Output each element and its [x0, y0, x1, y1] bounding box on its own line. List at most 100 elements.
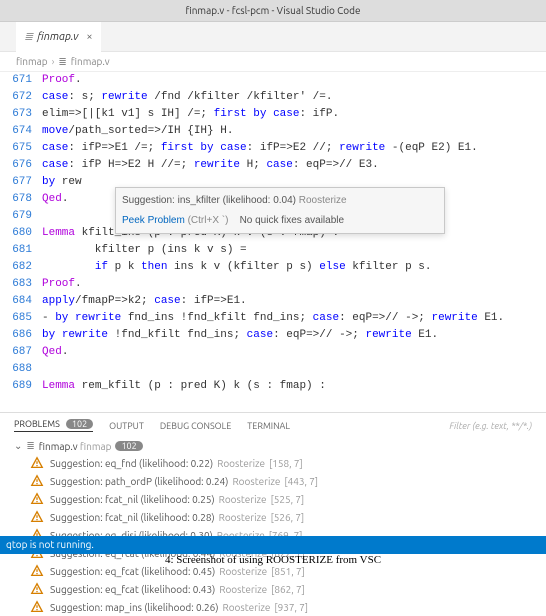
problem-message: Suggestion: eq_fnd (likelihood: 0.22)	[50, 458, 213, 469]
code-line[interactable]: 684apply/fmapP=>k2; case: ifP=>E1.	[0, 293, 546, 310]
problem-location: [525, 7]	[271, 494, 305, 505]
problem-message: Suggestion: fcat_nil (likelihood: 0.25)	[50, 494, 215, 505]
chevron-down-icon: ⌄	[14, 440, 22, 452]
problem-message: Suggestion: map_ins (likelihood: 0.26)	[50, 602, 218, 613]
code[interactable]: by rewrite !fnd_kfilt fnd_ins; case: eqP…	[42, 327, 546, 344]
problem-item[interactable]: Suggestion: fcat_nil (likelihood: 0.25) R…	[30, 490, 546, 508]
warning-icon	[30, 474, 44, 488]
peek-problem-link[interactable]: Peek Problem	[122, 215, 185, 226]
problem-message: Suggestion: eq_fcat (likelihood: 0.43)	[50, 584, 215, 595]
problem-location: [862, 7]	[271, 584, 305, 595]
problem-item[interactable]: Suggestion: fcat_nil (likelihood: 0.28) R…	[30, 508, 546, 526]
problem-location: [937, 7]	[274, 602, 308, 613]
code-line[interactable]: 673elim=>[|[k1 v1] s IH] /=; first by ca…	[0, 106, 546, 123]
problem-source: Roosterize	[222, 602, 270, 613]
warning-icon	[30, 510, 44, 524]
line-number: 681	[0, 242, 42, 259]
problem-source: Roosterize	[219, 512, 267, 523]
line-number: 678	[0, 191, 42, 208]
code[interactable]: elim=>[|[k1 v1] s IH] /=; first by case:…	[42, 106, 546, 123]
problems-file-path: finmap	[80, 441, 112, 452]
breadcrumb-file[interactable]: finmap.v	[71, 56, 110, 67]
code-line[interactable]: 686by rewrite !fnd_kfilt fnd_ins; case: …	[0, 327, 546, 344]
editor[interactable]: Suggestion: ins_kfilter (likelihood: 0.0…	[0, 72, 546, 412]
code-line[interactable]: 689Lemma rem_kfilt (p : pred K) k (s : f…	[0, 378, 546, 395]
filter-input[interactable]: Filter (e.g. text, **/*.)	[449, 421, 532, 431]
code[interactable]: case: ifP H=>E2 H //=; rewrite H; case: …	[42, 157, 546, 174]
problem-item[interactable]: Suggestion: eq_fnd (likelihood: 0.22) Roo…	[30, 454, 546, 472]
line-number: 680	[0, 225, 42, 242]
tab-problems-label: PROBLEMS	[14, 419, 60, 429]
window-title: finmap.v - fcsl-pcm - Visual Studio Code	[0, 0, 546, 22]
tab-debug-console[interactable]: DEBUG CONSOLE	[160, 421, 231, 431]
tab-output[interactable]: OUTPUT	[109, 421, 144, 431]
code-line[interactable]: 682 if p k then ins k v (kfilter p s) el…	[0, 259, 546, 276]
line-number: 679	[0, 208, 42, 225]
code-line[interactable]: 672case: s; rewrite /fnd /kfilter /kfilt…	[0, 89, 546, 106]
code[interactable]: case: ifP=>E1 /=; first by case: ifP=>E2…	[42, 140, 546, 157]
tab-terminal[interactable]: TERMINAL	[247, 421, 290, 431]
problem-item[interactable]: Suggestion: path_ordP (likelihood: 0.24)…	[30, 472, 546, 490]
problems-list: Suggestion: eq_fnd (likelihood: 0.22) Roo…	[0, 454, 546, 616]
problem-source: Roosterize	[219, 494, 267, 505]
line-number: 687	[0, 344, 42, 361]
code-line[interactable]: 681 kfilter p (ins k v s) =	[0, 242, 546, 259]
line-number: 676	[0, 157, 42, 174]
tab-problems[interactable]: PROBLEMS 102	[14, 419, 93, 432]
panel-tabs: PROBLEMS 102 OUTPUT DEBUG CONSOLE TERMIN…	[0, 412, 546, 438]
line-number: 675	[0, 140, 42, 157]
code-line[interactable]: 688	[0, 361, 546, 378]
hover-tooltip: Suggestion: ins_kfilter (likelihood: 0.0…	[115, 187, 445, 234]
code[interactable]: case: s; rewrite /fnd /kfilter /kfilter'…	[42, 89, 546, 106]
problem-source: Roosterize	[217, 458, 265, 469]
hover-source: Roosterize	[299, 195, 347, 206]
problem-source: Roosterize	[219, 584, 267, 595]
code[interactable]: Proof.	[42, 276, 546, 293]
code[interactable]: kfilter p (ins k v s) =	[42, 242, 546, 259]
code-line[interactable]: 676case: ifP H=>E2 H //=; rewrite H; cas…	[0, 157, 546, 174]
code[interactable]: Lemma rem_kfilt (p : pred K) k (s : fmap…	[42, 378, 546, 395]
status-bar[interactable]: qtop is not running.	[0, 536, 546, 554]
code[interactable]: Proof.	[42, 72, 546, 89]
editor-tab-finmap[interactable]: ≣ finmap.v ×	[16, 22, 101, 52]
close-icon[interactable]: ×	[86, 31, 92, 43]
line-number: 673	[0, 106, 42, 123]
problems-file-header[interactable]: ⌄ ≣ finmap.v finmap 102	[0, 438, 546, 454]
tab-bar: ≣ finmap.v ×	[0, 22, 546, 52]
code[interactable]: apply/fmapP=>k2; case: ifP=>E1.	[42, 293, 546, 310]
code-line[interactable]: 687Qed.	[0, 344, 546, 361]
code-line[interactable]: 683Proof.	[0, 276, 546, 293]
code[interactable]	[42, 361, 546, 378]
file-icon: ≣	[58, 56, 66, 68]
problem-source: Roosterize	[232, 476, 280, 487]
hover-shortcut: (Ctrl+X `)	[188, 215, 229, 226]
code[interactable]: - by rewrite fnd_ins !fnd_kfilt fnd_ins;…	[42, 310, 546, 327]
code[interactable]: if p k then ins k v (kfilter p s) else k…	[42, 259, 546, 276]
problem-location: [158, 7]	[269, 458, 303, 469]
code[interactable]: Qed.	[42, 344, 546, 361]
problem-message: Suggestion: fcat_nil (likelihood: 0.28)	[50, 512, 215, 523]
problems-count-badge: 102	[66, 419, 93, 429]
code[interactable]: move/path_sorted=>/IH {IH} H.	[42, 123, 546, 140]
code-line[interactable]: 685- by rewrite fnd_ins !fnd_kfilt fnd_i…	[0, 310, 546, 327]
problem-item[interactable]: Suggestion: eq_fcat (likelihood: 0.43) Ro…	[30, 580, 546, 598]
hover-message: Suggestion: ins_kfilter (likelihood: 0.0…	[122, 195, 296, 206]
problem-item[interactable]: Suggestion: map_ins (likelihood: 0.26) Ro…	[30, 598, 546, 616]
warning-icon	[30, 600, 44, 614]
code-line[interactable]: 674move/path_sorted=>/IH {IH} H.	[0, 123, 546, 140]
figure-caption: 4: Screenshot of using ROOSTERIZE from V…	[0, 554, 546, 572]
line-number: 686	[0, 327, 42, 344]
file-icon: ≣	[24, 30, 33, 43]
problem-location: [526, 7]	[271, 512, 305, 523]
line-number: 689	[0, 378, 42, 395]
line-number: 677	[0, 174, 42, 191]
line-number: 682	[0, 259, 42, 276]
breadcrumb-folder[interactable]: finmap	[16, 56, 48, 67]
breadcrumb[interactable]: finmap › ≣ finmap.v	[0, 52, 546, 72]
code-line[interactable]: 675case: ifP=>E1 /=; first by case: ifP=…	[0, 140, 546, 157]
line-number: 688	[0, 361, 42, 378]
hover-nofix: No quick fixes available	[240, 215, 345, 226]
code-line[interactable]: 671Proof.	[0, 72, 546, 89]
warning-icon	[30, 582, 44, 596]
problem-location: [443, 7]	[284, 476, 318, 487]
